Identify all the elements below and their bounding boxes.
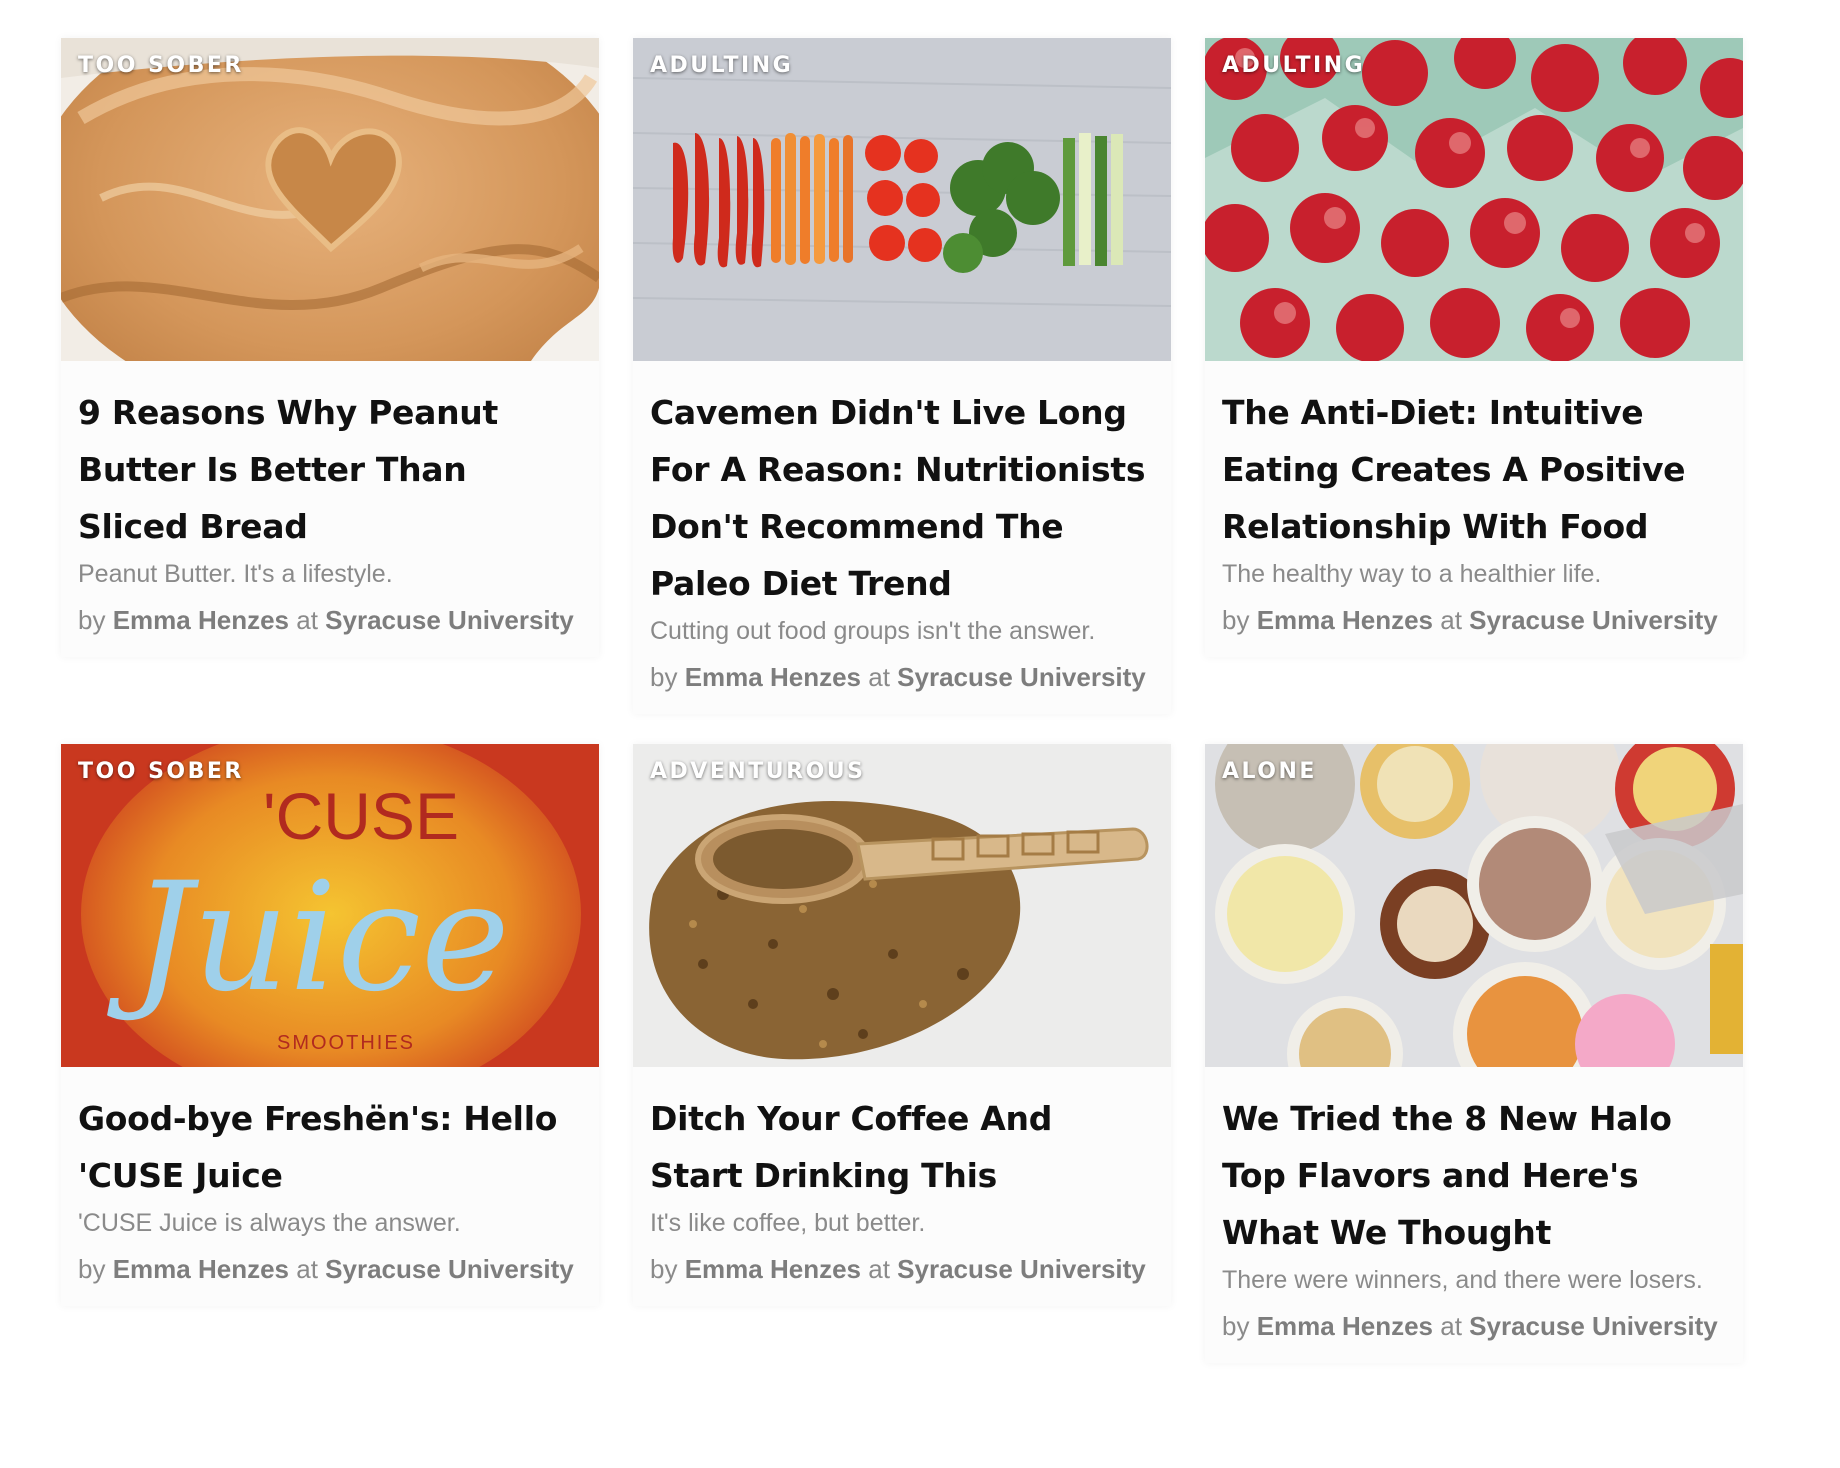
article-card[interactable]: TOO SOBER 9 Reasons Why Peanut Butter Is… (61, 38, 599, 657)
byline: by Emma Henzes at Syracuse University (650, 1244, 1154, 1294)
school-link[interactable]: Syracuse University (1469, 1311, 1718, 1341)
byline-prefix: by (650, 662, 678, 692)
school-link[interactable]: Syracuse University (1469, 605, 1718, 635)
category-tag[interactable]: TOO SOBER (78, 759, 244, 784)
sign-text-juice: Juice (106, 851, 510, 1025)
article-image[interactable]: ALONE (1205, 744, 1743, 1067)
article-card[interactable]: ADVENTUROUS Ditch Your Coffee And Start … (633, 744, 1171, 1306)
byline: by Emma Henzes at Syracuse University (650, 652, 1154, 702)
byline: by Emma Henzes at Syracuse University (1222, 1301, 1726, 1351)
byline-prefix: by (78, 1254, 106, 1284)
article-title[interactable]: 9 Reasons Why Peanut Butter Is Better Th… (78, 384, 582, 555)
category-tag[interactable]: ADULTING (650, 53, 793, 78)
article-title[interactable]: The Anti-Diet: Intuitive Eating Creates … (1222, 384, 1726, 555)
yerba-mate-image (633, 744, 1171, 1067)
category-tag[interactable]: ADVENTUROUS (650, 759, 865, 784)
school-link[interactable]: Syracuse University (325, 605, 574, 635)
school-link[interactable]: Syracuse University (897, 662, 1146, 692)
article-card[interactable]: 'CUSE Juice SMOOTHIES TOO SOBER Good-bye… (61, 744, 599, 1306)
category-tag[interactable]: TOO SOBER (78, 53, 244, 78)
peanut-butter-image (61, 38, 599, 361)
school-link[interactable]: Syracuse University (897, 1254, 1146, 1284)
byline: by Emma Henzes at Syracuse University (78, 1244, 582, 1294)
category-tag[interactable]: ALONE (1222, 759, 1317, 784)
byline: by Emma Henzes at Syracuse University (1222, 595, 1726, 645)
school-link[interactable]: Syracuse University (325, 1254, 574, 1284)
byline-at: at (1440, 1311, 1462, 1341)
article-subtitle: Cutting out food groups isn't the answer… (650, 617, 1096, 645)
byline-at: at (296, 1254, 318, 1284)
byline-at: at (868, 662, 890, 692)
article-image[interactable]: ADVENTUROUS (633, 744, 1171, 1067)
sign-text-smoothies: SMOOTHIES (277, 1032, 415, 1054)
sign-text-cuse: 'CUSE (263, 779, 459, 853)
article-card[interactable]: ALONE We Tried the 8 New Halo Top Flavor… (1205, 744, 1743, 1363)
article-subtitle: The healthy way to a healthier life. (1222, 560, 1602, 588)
article-card[interactable]: ADULTING The Anti-Diet: Intuitive Eating… (1205, 38, 1743, 657)
byline-prefix: by (1222, 605, 1250, 635)
author-link[interactable]: Emma Henzes (685, 662, 861, 692)
byline-prefix: by (1222, 1311, 1250, 1341)
article-image[interactable]: ADULTING (1205, 38, 1743, 361)
author-link[interactable]: Emma Henzes (1257, 1311, 1433, 1341)
article-card[interactable]: ADULTING Cavemen Didn't Live Long For A … (633, 38, 1171, 714)
article-image[interactable]: TOO SOBER (61, 38, 599, 361)
byline-at: at (868, 1254, 890, 1284)
author-link[interactable]: Emma Henzes (113, 605, 289, 635)
byline-prefix: by (78, 605, 106, 635)
apples-image (1205, 38, 1743, 361)
article-subtitle: 'CUSE Juice is always the answer. (78, 1209, 461, 1237)
article-subtitle: It's like coffee, but better. (650, 1209, 926, 1237)
article-title[interactable]: Cavemen Didn't Live Long For A Reason: N… (650, 384, 1154, 612)
author-link[interactable]: Emma Henzes (685, 1254, 861, 1284)
article-subtitle: There were winners, and there were loser… (1222, 1266, 1703, 1294)
byline-prefix: by (650, 1254, 678, 1284)
article-title[interactable]: We Tried the 8 New Halo Top Flavors and … (1222, 1090, 1726, 1261)
byline: by Emma Henzes at Syracuse University (78, 595, 582, 645)
article-grid: TOO SOBER 9 Reasons Why Peanut Butter Is… (61, 38, 1743, 1363)
halo-top-image (1205, 744, 1743, 1067)
author-link[interactable]: Emma Henzes (113, 1254, 289, 1284)
category-tag[interactable]: ADULTING (1222, 53, 1365, 78)
article-subtitle: Peanut Butter. It's a lifestyle. (78, 560, 393, 588)
article-image[interactable]: ADULTING (633, 38, 1171, 361)
article-title[interactable]: Good-bye Freshën's: Hello 'CUSE Juice (78, 1090, 582, 1204)
byline-at: at (296, 605, 318, 635)
byline-at: at (1440, 605, 1462, 635)
cuse-juice-image: 'CUSE Juice SMOOTHIES (61, 744, 599, 1067)
article-image[interactable]: 'CUSE Juice SMOOTHIES TOO SOBER (61, 744, 599, 1067)
author-link[interactable]: Emma Henzes (1257, 605, 1433, 635)
vegetables-image (633, 38, 1171, 361)
article-title[interactable]: Ditch Your Coffee And Start Drinking Thi… (650, 1090, 1154, 1204)
